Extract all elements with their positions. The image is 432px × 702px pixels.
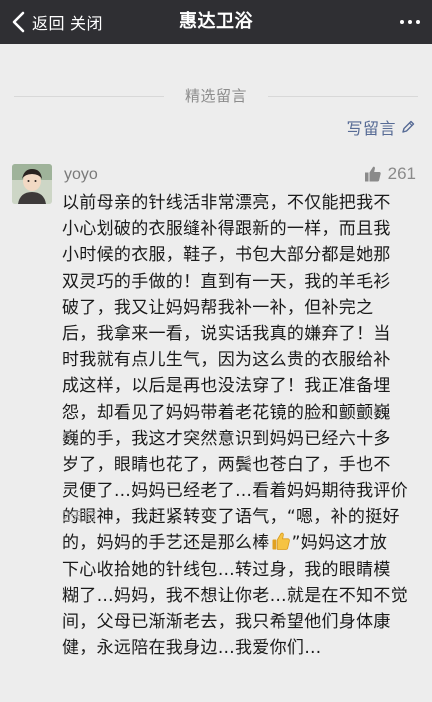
- comment-line: 小心划破的衣服缝补得跟新的一样，而且我: [62, 219, 391, 240]
- comment-line: 灵便了…妈妈已经老了…看着妈妈期待我评价: [62, 481, 408, 502]
- comment-line: 间，父母已渐渐老去，我只希望他们身体康: [62, 612, 391, 632]
- comment-line: 以前母亲的针线活非常漂亮，不仅能把我不: [62, 193, 391, 213]
- comment-line: 糊了…妈妈，我不想让你老…就是在不知不觉: [62, 585, 408, 606]
- more-button[interactable]: [400, 0, 420, 44]
- comment-line: 下心收拾她的针线包…转过身，我的眼睛模: [62, 559, 391, 580]
- comment-line: 怨，却看见了妈妈带着老花镜的脸和颤颤巍: [62, 402, 391, 423]
- comment-line: 的眼神，我赶紧转变了语气，“嗯，补的挺好: [62, 507, 400, 528]
- comment-line-with-emoji: 的，妈妈的手艺还是那么棒 ”妈妈这才放: [62, 530, 422, 556]
- comment-line: 健，永远陪在我身边…我爱你们…: [62, 638, 322, 659]
- wechat-article-comments-screen: 返回 关闭 惠达卫浴 精选留言 写留言 yoyo 261 以前母亲的针线活非常漂…: [0, 0, 432, 702]
- chevron-left-icon: [10, 11, 28, 33]
- like-button[interactable]: 261: [364, 164, 416, 184]
- back-label: 返回: [32, 14, 66, 33]
- close-button[interactable]: 关闭: [70, 0, 103, 44]
- write-comment-button[interactable]: 写留言: [346, 116, 416, 138]
- comment-line: 双灵巧的手做的！直到有一天，我的羊毛衫: [62, 271, 391, 292]
- write-comment-label: 写留言: [346, 119, 396, 138]
- comment-line: 后，我拿来一看，说实话我真的嫌弃了！当: [62, 323, 391, 344]
- divider-right: [268, 96, 418, 97]
- comment-line: 岁了，眼睛也花了，两鬓也苍白了，手也不: [62, 454, 391, 475]
- comment-line: 时我就有点儿生气，因为这么贵的衣服给补: [62, 350, 391, 371]
- featured-comments-header: 精选留言: [0, 86, 432, 106]
- thumbs-up-icon: [364, 165, 382, 183]
- comment-line-part: 的，妈妈的手艺还是那么棒: [62, 533, 270, 554]
- comment-line: 小时候的衣服，鞋子，书包大部分都是她那: [62, 245, 391, 266]
- comment-nickname: yoyo: [64, 166, 98, 183]
- back-button[interactable]: 返回: [10, 0, 65, 44]
- thumbs-up-emoji-icon: [271, 531, 291, 551]
- more-dots-icon: [400, 20, 420, 24]
- comment-timestamp: 2天前: [62, 510, 97, 525]
- comment-line: 成这样，以后是再也没法穿了！我正准备埋: [62, 376, 391, 397]
- comment-text: 以前母亲的针线活非常漂亮，不仅能把我不 小心划破的衣服缝补得跟新的一样，而且我 …: [62, 190, 422, 661]
- like-count: 261: [387, 164, 416, 183]
- comment-line: 破了，我又让妈妈帮我补一补，但补完之: [62, 297, 374, 318]
- top-bar: 返回 关闭 惠达卫浴: [0, 0, 432, 44]
- avatar[interactable]: [12, 164, 52, 204]
- pencil-icon: [400, 119, 416, 135]
- comment-line: 巍的手，我这才突然意识到妈妈已经六十多: [62, 428, 391, 449]
- comment-line-part: ”妈妈这才放: [291, 533, 388, 554]
